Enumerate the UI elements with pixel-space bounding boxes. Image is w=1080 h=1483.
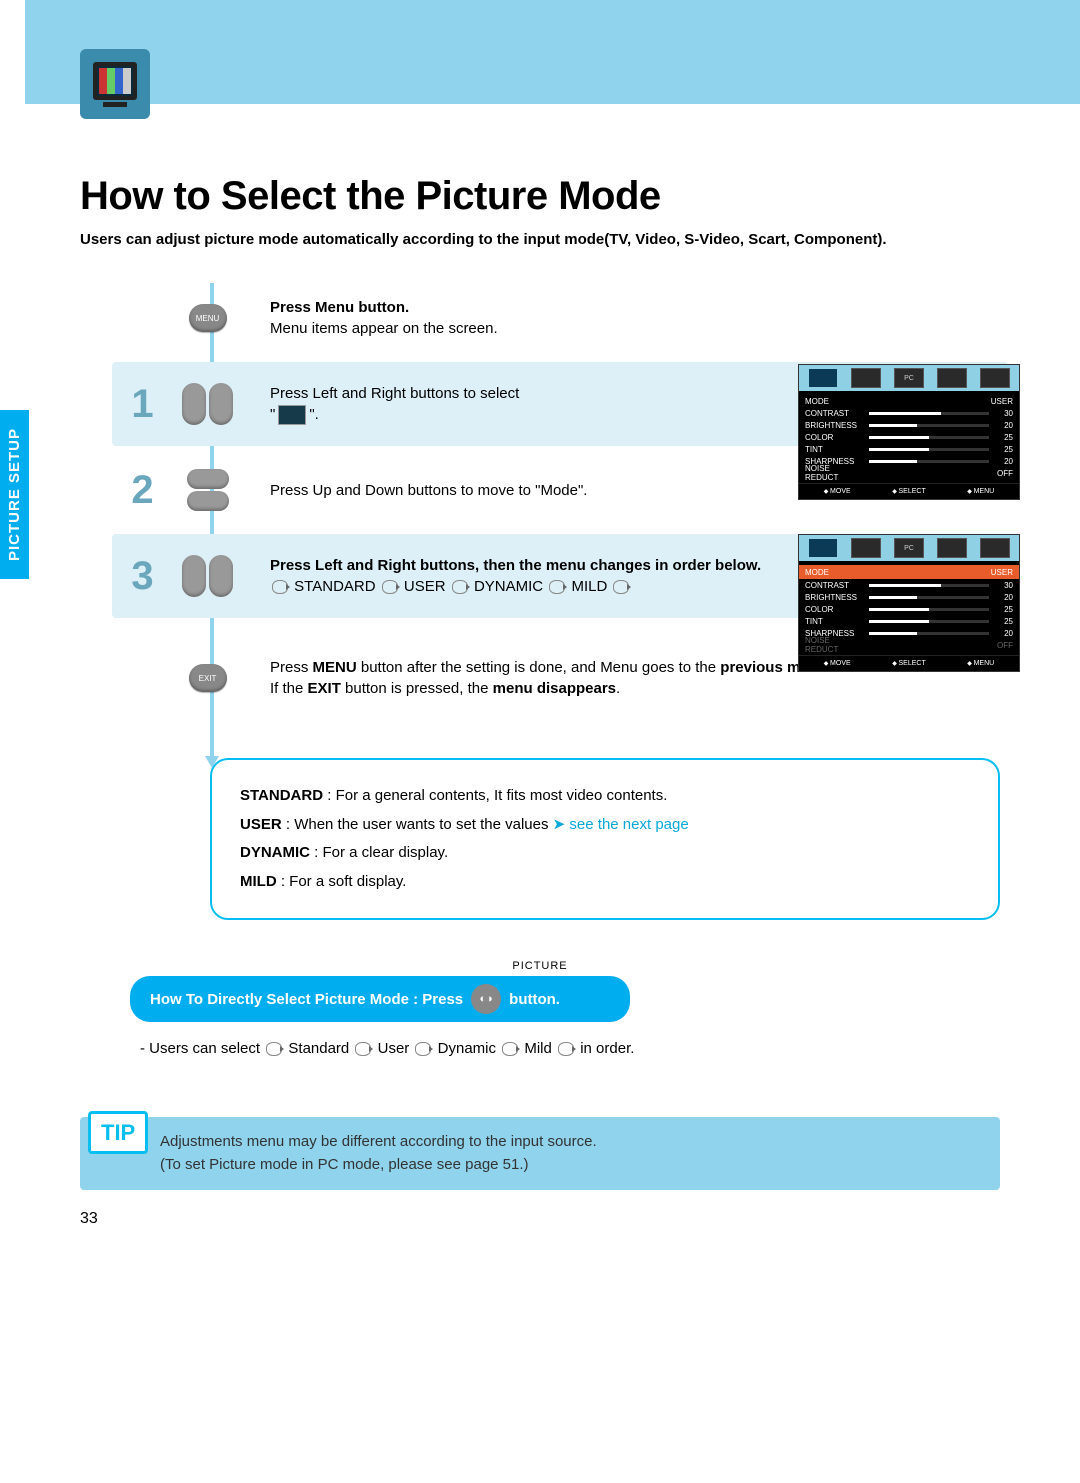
tip-box: TIP Adjustments menu may be different ac…	[80, 1117, 1000, 1190]
step3-sequence: STANDARD USER DYNAMIC MILD	[270, 578, 631, 595]
step1-line1: Press Left and Right buttons to select	[270, 385, 519, 402]
menu-button-icon: MENU	[189, 304, 227, 332]
step3-bold: Press Left and Right buttons, then the m…	[270, 557, 761, 574]
intro-text: Users can adjust picture mode automatica…	[80, 231, 1000, 248]
step0-bold: Press Menu button.	[270, 299, 409, 316]
step3-num: 3	[120, 554, 165, 599]
page-number: 33	[80, 1210, 1000, 1228]
left-button-icon	[182, 383, 206, 425]
step2-num: 2	[120, 468, 165, 513]
direct-select-pill: How To Directly Select Picture Mode : Pr…	[130, 976, 630, 1022]
tip-label: TIP	[88, 1111, 148, 1154]
header-band	[25, 0, 1080, 104]
tip-line2: (To set Picture mode in PC mode, please …	[160, 1154, 980, 1177]
order-line: - Users can select Standard User Dynamic…	[140, 1040, 1000, 1057]
osd-preview-1: PC MODEUSER CONTRAST30 BRIGHTNESS20 COLO…	[798, 364, 1020, 500]
definitions-box: STANDARD : For a general contents, It fi…	[210, 758, 1000, 920]
page-title: How to Select the Picture Mode	[80, 174, 1000, 219]
tip-line1: Adjustments menu may be different accord…	[160, 1131, 980, 1154]
step0-text: Menu items appear on the screen.	[270, 320, 498, 337]
step1-num: 1	[120, 382, 165, 427]
right-button-icon	[209, 555, 233, 597]
right-button-icon	[209, 383, 233, 425]
up-button-icon	[187, 469, 229, 489]
step-menu: MENU Press Menu button. Menu items appea…	[120, 278, 1000, 358]
exit-button-icon: EXIT	[189, 664, 227, 692]
osd-preview-2: PC MODEUSER CONTRAST30 BRIGHTNESS20 COLO…	[798, 534, 1020, 672]
left-button-icon	[182, 555, 206, 597]
picture-button-label: PICTURE	[80, 960, 1000, 972]
down-button-icon	[187, 491, 229, 511]
picture-remote-button-icon: ◐◑	[471, 984, 501, 1014]
picture-tab-icon	[278, 405, 306, 425]
